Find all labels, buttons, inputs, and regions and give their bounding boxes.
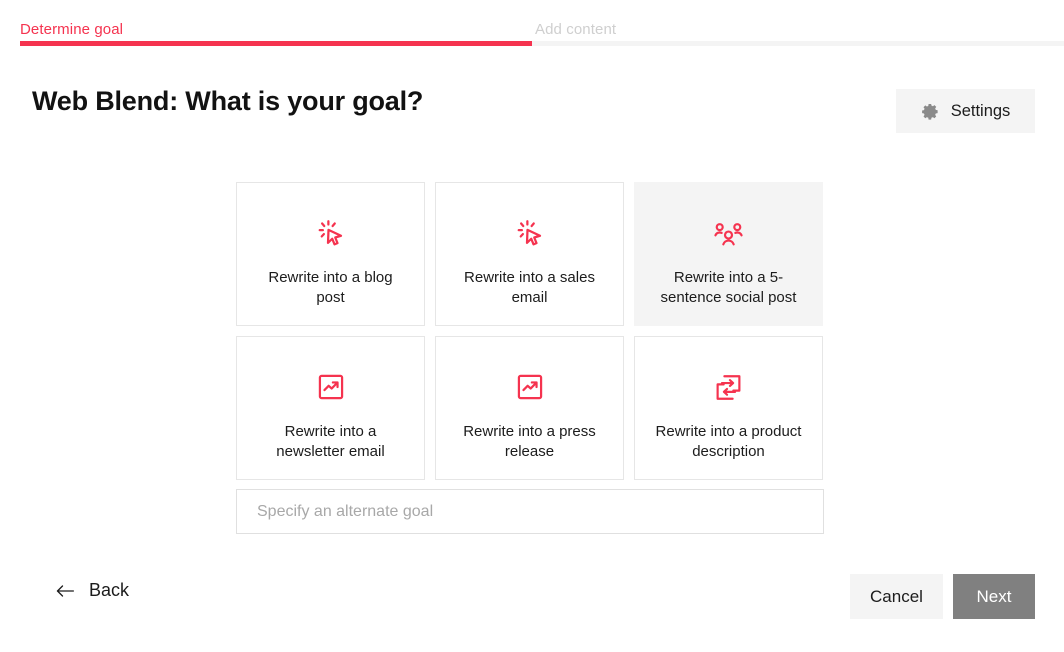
goal-card-label: Rewrite into a press release bbox=[463, 423, 596, 460]
next-button[interactable]: Next bbox=[953, 574, 1035, 619]
goal-card-product-description[interactable]: Rewrite into a product description bbox=[634, 336, 823, 480]
goal-card-social-post[interactable]: Rewrite into a 5- sentence social post bbox=[634, 182, 823, 326]
back-button-label: Back bbox=[89, 580, 130, 600]
trending-up-boxed-icon bbox=[516, 371, 544, 403]
users-group-icon bbox=[713, 217, 744, 249]
goal-card-label: Rewrite into a 5- sentence social post bbox=[660, 269, 797, 306]
goal-card-label: Rewrite into a blog post bbox=[268, 269, 393, 306]
gear-icon bbox=[921, 102, 940, 121]
progress-track bbox=[20, 41, 1064, 46]
cursor-click-icon bbox=[316, 217, 346, 249]
cursor-click-icon bbox=[515, 217, 545, 249]
goal-card-press-release[interactable]: Rewrite into a press release bbox=[435, 336, 624, 480]
page-title: Web Blend: What is your goal? bbox=[32, 86, 424, 116]
arrow-left-icon bbox=[55, 584, 75, 598]
goal-card-label: Rewrite into a sales email bbox=[464, 269, 595, 306]
step-label-determine-goal[interactable]: Determine goal bbox=[20, 21, 123, 38]
goal-cards-row-1: Rewrite into a blog post Rewrite into a … bbox=[236, 182, 824, 326]
wizard-stepper: Determine goal Add content bbox=[0, 0, 1064, 46]
transfer-exchange-icon bbox=[714, 371, 743, 403]
back-button[interactable]: Back bbox=[55, 580, 129, 601]
step-label-add-content[interactable]: Add content bbox=[535, 21, 616, 38]
settings-button[interactable]: Settings bbox=[896, 89, 1035, 133]
goal-card-newsletter-email[interactable]: Rewrite into a newsletter email bbox=[236, 336, 425, 480]
goal-cards-grid: Rewrite into a blog post Rewrite into a … bbox=[236, 182, 824, 490]
trending-up-boxed-icon bbox=[317, 371, 345, 403]
alternate-goal-input[interactable] bbox=[236, 489, 824, 534]
settings-button-label: Settings bbox=[950, 101, 1011, 120]
goal-cards-row-2: Rewrite into a newsletter email Rewrite … bbox=[236, 336, 824, 480]
page-header: Web Blend: What is your goal? Settings bbox=[0, 86, 1064, 136]
progress-fill bbox=[20, 41, 532, 46]
goal-card-label: Rewrite into a newsletter email bbox=[276, 423, 385, 460]
goal-card-label: Rewrite into a product description bbox=[655, 423, 802, 460]
stepper-labels: Determine goal Add content bbox=[0, 0, 1064, 40]
goal-card-sales-email[interactable]: Rewrite into a sales email bbox=[435, 182, 624, 326]
goal-card-blog-post[interactable]: Rewrite into a blog post bbox=[236, 182, 425, 326]
cancel-button[interactable]: Cancel bbox=[850, 574, 943, 619]
